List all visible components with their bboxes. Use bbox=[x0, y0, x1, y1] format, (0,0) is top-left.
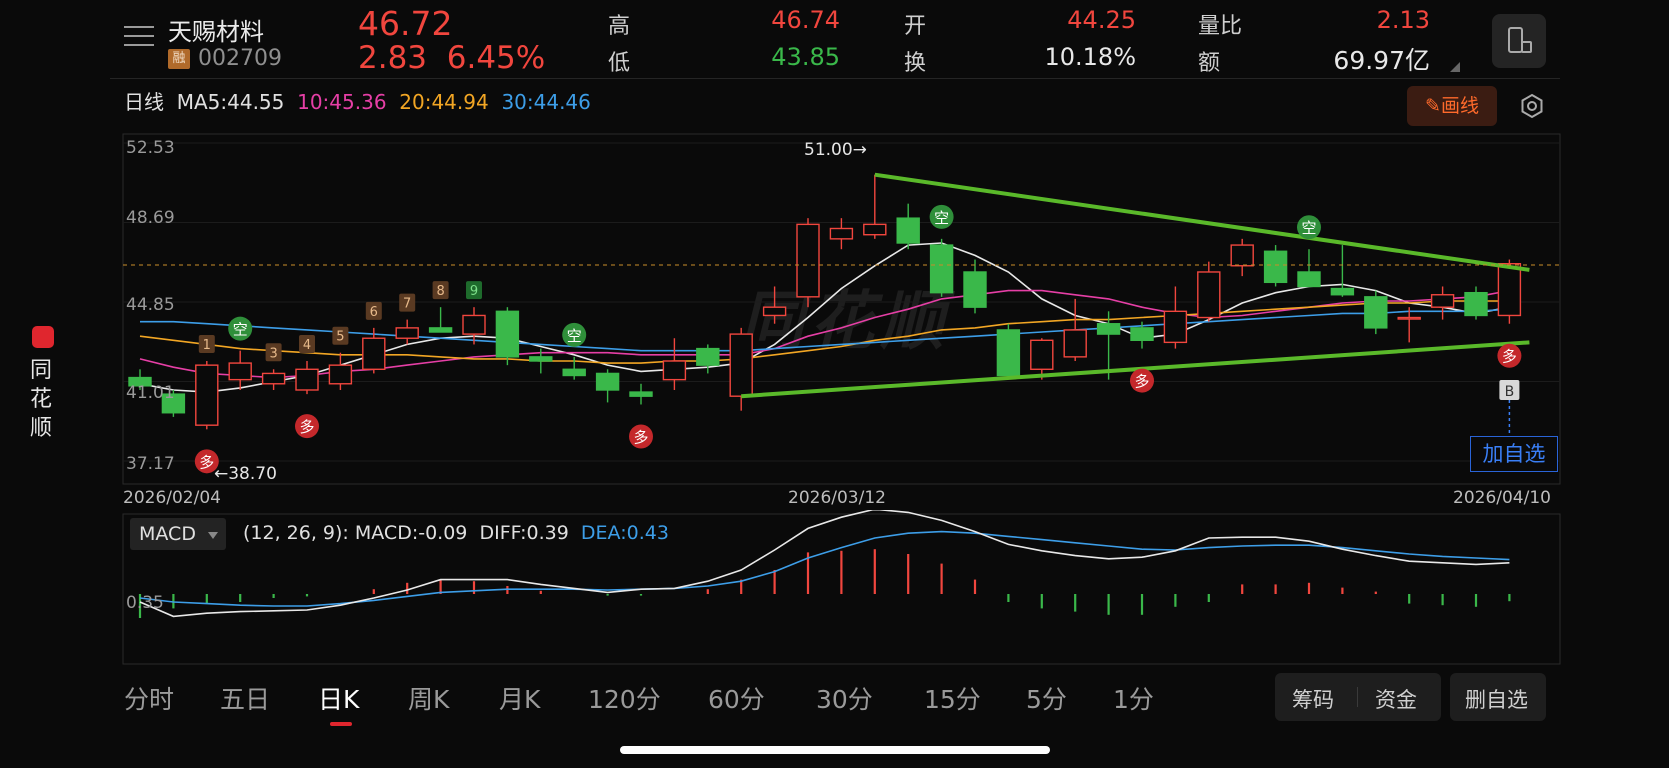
td-count-label: 3 bbox=[269, 346, 277, 361]
candle-body bbox=[762, 306, 787, 317]
td-count-label: 6 bbox=[370, 305, 378, 320]
candle-body bbox=[1297, 271, 1321, 288]
chips-funds-group: 筹码 资金 bbox=[1275, 673, 1441, 721]
candle-body bbox=[829, 227, 854, 240]
sell-signal-label: 空 bbox=[233, 321, 248, 339]
buy-signal-label: 多 bbox=[633, 428, 648, 446]
funds-button[interactable]: 资金 bbox=[1375, 684, 1417, 714]
candle-body bbox=[1464, 291, 1488, 317]
candle-body bbox=[462, 314, 486, 335]
tab-monthly-k[interactable]: 月K bbox=[499, 680, 540, 716]
remove-favorite-label: 删自选 bbox=[1465, 688, 1528, 712]
td-count-label: 8 bbox=[436, 284, 444, 299]
candle-body bbox=[1096, 323, 1121, 335]
candle-body bbox=[929, 244, 954, 294]
td-count-label: 4 bbox=[303, 338, 311, 353]
candle-body bbox=[195, 364, 219, 426]
candle-body bbox=[1364, 296, 1388, 329]
tab-intraday[interactable]: 分时 bbox=[124, 680, 174, 716]
tab-1min[interactable]: 1分 bbox=[1113, 680, 1154, 716]
indicator-select[interactable]: MACD bbox=[130, 518, 226, 550]
candle-body bbox=[1330, 287, 1355, 296]
sell-signal-label: 空 bbox=[934, 209, 949, 227]
date-mid: 2026/03/12 bbox=[788, 488, 886, 508]
sell-signal-label: 空 bbox=[567, 327, 582, 345]
candle-body bbox=[328, 364, 353, 385]
macd-value: MACD:-0.09 bbox=[354, 522, 468, 544]
td-count-label: 5 bbox=[336, 330, 344, 345]
candle-body bbox=[1030, 339, 1054, 370]
candle-body bbox=[495, 310, 520, 358]
date-end: 2026/04/10 bbox=[1453, 488, 1551, 508]
macd-y-tick: 0.35 bbox=[126, 593, 164, 613]
candle-body bbox=[1230, 244, 1254, 267]
chips-button[interactable]: 筹码 bbox=[1292, 684, 1334, 714]
button-divider bbox=[1357, 687, 1358, 707]
y-tick-1: 52.53 bbox=[126, 138, 175, 158]
candle-body bbox=[529, 356, 553, 362]
candle-body bbox=[796, 223, 820, 298]
candle-body bbox=[261, 372, 286, 385]
candle-body bbox=[562, 368, 586, 377]
buy-signal-label: 多 bbox=[1502, 348, 1517, 366]
candle-body bbox=[1197, 271, 1221, 319]
buy-signal-label: 多 bbox=[199, 453, 214, 471]
dea-value: DEA:0.43 bbox=[580, 522, 669, 544]
tab-15min[interactable]: 15分 bbox=[924, 680, 981, 716]
kline-chart[interactable]: 多 空多 空多 空多 空多 1 3 4 5 6 7 8 9 B 52.53 48.69 44.85 41.… bbox=[0, 0, 1669, 520]
td-count-label: 9 bbox=[470, 284, 478, 299]
y-tick-3: 44.85 bbox=[126, 295, 175, 315]
candle-body bbox=[1130, 327, 1154, 342]
sell-signal-label: 空 bbox=[1301, 219, 1316, 237]
tab-120min[interactable]: 120分 bbox=[588, 680, 661, 716]
candle-body bbox=[1063, 329, 1087, 358]
buy-signal-label: 多 bbox=[299, 418, 314, 436]
tab-60min[interactable]: 60分 bbox=[708, 680, 765, 716]
b-marker-label: B bbox=[1505, 384, 1515, 400]
candle-body bbox=[295, 368, 319, 391]
y-tick-4: 41.01 bbox=[126, 383, 175, 403]
remove-favorite-button[interactable]: 删自选 bbox=[1450, 673, 1546, 721]
home-indicator[interactable] bbox=[620, 746, 1050, 754]
candle-body bbox=[696, 347, 720, 366]
tab-30min[interactable]: 30分 bbox=[816, 680, 873, 716]
tab-weekly-k[interactable]: 周K bbox=[408, 680, 449, 716]
candle-body bbox=[1430, 294, 1455, 308]
candle-body bbox=[896, 217, 920, 244]
candle-body bbox=[629, 391, 653, 397]
candle-body bbox=[595, 372, 620, 391]
candle-body bbox=[729, 333, 753, 397]
macd-params: (12, 26, 9): bbox=[243, 522, 349, 544]
candle-body bbox=[1497, 262, 1522, 317]
diff-value: DIFF:0.39 bbox=[479, 522, 569, 544]
candle-body bbox=[963, 271, 987, 308]
candle-body bbox=[395, 327, 419, 339]
tab-daily-k[interactable]: 日K bbox=[318, 680, 359, 716]
active-tab-indicator bbox=[330, 722, 352, 726]
max-price-label: 51.00→ bbox=[804, 140, 867, 160]
tab-5min[interactable]: 5分 bbox=[1026, 680, 1067, 716]
kline-frame bbox=[122, 133, 1561, 485]
y-tick-2: 48.69 bbox=[126, 208, 175, 228]
candle-body bbox=[863, 223, 887, 236]
candle-body bbox=[662, 360, 687, 381]
candle-body bbox=[228, 362, 252, 381]
add-favorite-button[interactable]: 加自选 bbox=[1470, 436, 1558, 472]
td-count-label: 1 bbox=[203, 338, 211, 353]
indicator-select-label: MACD bbox=[139, 523, 196, 545]
candle-body bbox=[1263, 250, 1288, 284]
chevron-down-icon bbox=[208, 532, 219, 539]
buy-signal-label: 多 bbox=[1134, 373, 1149, 391]
candle-body bbox=[362, 337, 386, 370]
candle-body bbox=[428, 327, 453, 333]
date-start: 2026/02/04 bbox=[123, 488, 221, 508]
td-count-label: 7 bbox=[403, 297, 411, 312]
candle-body bbox=[1163, 310, 1188, 344]
candle-body bbox=[996, 329, 1021, 377]
min-price-label: ←38.70 bbox=[214, 464, 277, 484]
tab-five-day[interactable]: 五日 bbox=[220, 680, 270, 716]
y-tick-5: 37.17 bbox=[126, 454, 175, 474]
candle-body bbox=[1397, 316, 1421, 320]
macd-values: (12, 26, 9): MACD:-0.09 DIFF:0.39 DEA:0.… bbox=[243, 522, 669, 544]
